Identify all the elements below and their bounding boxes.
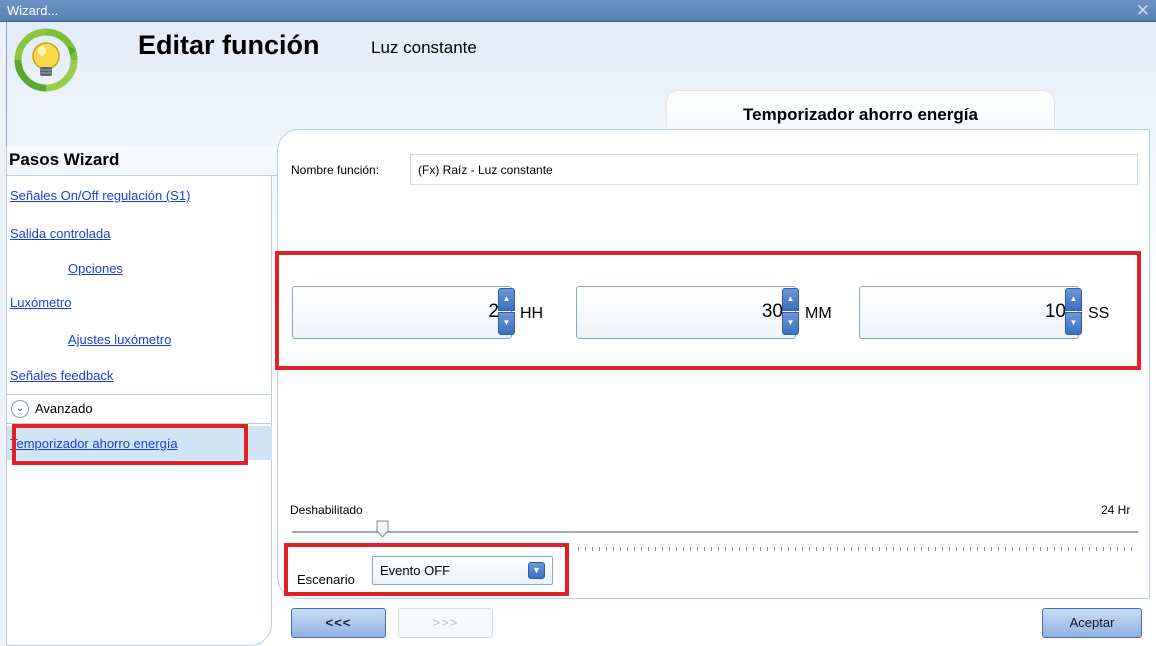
window-title-bar: Wizard... ✕ xyxy=(0,0,1156,22)
chevron-down-icon: ⌄ xyxy=(11,400,29,418)
slider-max-label: 24 Hr xyxy=(1101,503,1131,517)
sidebar-advanced-toggle[interactable]: ⌄ Avanzado xyxy=(7,394,272,424)
function-name-field[interactable]: (Fx) Raíz - Luz constante xyxy=(410,154,1138,185)
window-title: Wizard... xyxy=(7,3,59,18)
function-type-label: Luz constante xyxy=(371,38,477,57)
slider-thumb[interactable] xyxy=(376,520,389,538)
page-title: Editar función xyxy=(138,30,320,60)
sidebar-item-salida-controlada[interactable]: Salida controlada xyxy=(10,226,110,241)
sidebar-item-ajustes-luxometro[interactable]: Ajustes luxómetro xyxy=(68,332,171,347)
sidebar-item-senales-feedback[interactable]: Señales feedback xyxy=(10,368,113,383)
accept-button[interactable]: Aceptar xyxy=(1042,608,1142,638)
tab-temporizador: Temporizador ahorro energía xyxy=(666,90,1055,132)
sidebar-item-luxometro[interactable]: Luxómetro xyxy=(10,295,71,310)
lightbulb-energy-icon xyxy=(14,28,78,92)
function-name-label: Nombre función: xyxy=(291,163,380,177)
close-icon[interactable]: ✕ xyxy=(1136,1,1150,21)
back-button[interactable]: <<< xyxy=(291,608,386,638)
highlight-timer-inputs xyxy=(275,251,1141,370)
highlight-scenario xyxy=(284,543,569,596)
advanced-label: Avanzado xyxy=(35,401,93,416)
wizard-steps-sidebar: Pasos Wizard Señales On/Off regulación (… xyxy=(6,146,279,646)
slider-min-label: Deshabilitado xyxy=(290,503,363,517)
sidebar-title: Pasos Wizard xyxy=(7,146,279,176)
sidebar-item-senales-onoff[interactable]: Señales On/Off regulación (S1) xyxy=(10,188,190,203)
timer-slider-track[interactable] xyxy=(292,531,1138,533)
sidebar-item-opciones[interactable]: Opciones xyxy=(68,261,123,276)
slider-ticks xyxy=(578,547,1135,551)
highlight-sidebar-active xyxy=(12,424,248,465)
next-button[interactable]: >>> xyxy=(398,608,493,638)
